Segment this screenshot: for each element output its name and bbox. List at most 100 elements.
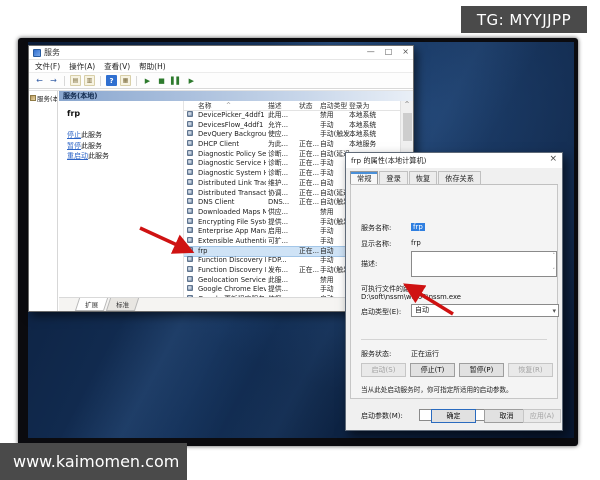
menu-file[interactable]: 文件(F) (35, 61, 60, 72)
cell-logon: 本地系统 (349, 130, 395, 140)
show-console-tree-icon[interactable]: ▤ (70, 75, 81, 86)
stop-button[interactable]: 停止(T) (410, 363, 455, 377)
menu-help[interactable]: 帮助(H) (139, 61, 166, 72)
start-button: 启动(S) (361, 363, 406, 377)
menu-action[interactable]: 操作(A) (69, 61, 95, 72)
service-gear-icon (187, 159, 193, 165)
tab-recovery[interactable]: 恢复 (409, 171, 437, 184)
list-header-row: ^ 名称 描述 状态 启动类型 登录为 (184, 101, 413, 111)
service-gear-icon (187, 237, 193, 243)
service-gear-icon (187, 121, 193, 127)
cell-name: Geolocation Service (198, 276, 266, 286)
column-header-logon[interactable]: 登录为 (349, 101, 395, 111)
maximize-icon[interactable]: □ (385, 47, 393, 56)
tab-standard[interactable]: 标准 (106, 298, 139, 311)
menu-view[interactable]: 查看(V) (104, 61, 130, 72)
service-gear-icon (187, 285, 193, 291)
cell-name: DNS Client (198, 198, 266, 208)
back-icon[interactable]: ← (34, 75, 45, 86)
dialog-buttons-row: 确定 取消 应用(A) (346, 409, 562, 425)
toolbar: ←→▤▥?▦▶■▌▌▶ (29, 73, 413, 89)
cell-desc: 维护... (268, 179, 296, 189)
tab-logon[interactable]: 登录 (379, 171, 407, 184)
cell-desc: 启用... (268, 227, 296, 237)
service-row[interactable]: DevicePicker_4ddf1此用...禁用本地系统 (184, 111, 413, 121)
cell-name: Diagnostic Policy Service (198, 150, 266, 160)
tree-root-icon (30, 95, 36, 101)
start-service-icon[interactable]: ▶ (142, 75, 153, 86)
cell-name: frp (198, 247, 266, 257)
cell-desc: 提供... (268, 218, 296, 228)
column-header-desc[interactable]: 描述 (268, 101, 296, 111)
telegram-watermark: TG: MYYJJPP (461, 6, 587, 33)
help-icon[interactable]: ? (106, 75, 117, 86)
service-gear-icon (187, 208, 193, 214)
cell-desc: 此服... (268, 276, 296, 286)
menubar: 文件(F) 操作(A) 查看(V) 帮助(H) (29, 60, 413, 73)
exec-path-value: D:\soft\nssm\win64\nssm.exe (361, 293, 461, 301)
cell-status: 正在... (299, 179, 319, 189)
cell-name: Google Chrome Elevatio... (198, 285, 266, 295)
cell-desc: 此用... (268, 111, 296, 121)
service-gear-icon (187, 256, 193, 262)
cell-status: 正在... (299, 150, 319, 160)
service-status-value: 正在运行 (411, 349, 439, 359)
pause-service-link[interactable]: 暂停此服务 (67, 141, 183, 152)
service-status-label: 服务状态: (361, 349, 391, 359)
service-gear-icon (187, 111, 193, 117)
cell-desc: DNS... (268, 198, 296, 208)
console-tree-pane: 服务(本地) (29, 91, 58, 311)
pause-service-icon[interactable]: ▌▌ (170, 75, 183, 86)
column-header-name[interactable]: 名称 (198, 101, 266, 111)
description-textarea[interactable]: ˄ ˅ (411, 251, 557, 277)
cell-desc: FDP... (268, 256, 296, 266)
scroll-up-icon[interactable]: ˄ (553, 254, 556, 259)
cell-name: Function Discovery Provi... (198, 256, 266, 266)
cell-desc: 提供... (268, 285, 296, 295)
close-icon[interactable]: × (402, 47, 409, 56)
cell-name: Diagnostic Service Host (198, 159, 266, 169)
service-row[interactable]: DevicesFlow_4ddf1允许...手动本地系统 (184, 121, 413, 131)
scroll-down-icon[interactable]: ˅ (553, 269, 556, 274)
minimize-icon[interactable]: — (367, 47, 375, 56)
scroll-up-icon[interactable]: ^ (401, 101, 413, 108)
cell-name: Encrypting File System (E... (198, 218, 266, 228)
dialog-close-icon[interactable]: × (549, 154, 557, 164)
dialog-titlebar[interactable]: frp 的属性(本地计算机) × (346, 153, 562, 168)
forward-icon[interactable]: → (48, 75, 59, 86)
dialog-title: frp 的属性(本地计算机) (351, 156, 426, 166)
service-gear-icon (187, 227, 193, 233)
startup-type-select[interactable]: 自动 ▾ (411, 304, 559, 317)
cell-desc: 诊断... (268, 169, 296, 179)
cell-name: DevQuery Background D... (198, 130, 266, 140)
ok-button[interactable]: 确定 (431, 409, 476, 423)
stop-service-icon[interactable]: ■ (156, 75, 167, 86)
export-list-icon[interactable]: ▥ (84, 75, 95, 86)
tree-item-services-local[interactable]: 服务(本地) (30, 93, 56, 103)
website-watermark: www.kaimomen.com (0, 443, 187, 480)
tab-extended[interactable]: 扩展 (75, 298, 108, 311)
pause-button[interactable]: 暂停(P) (459, 363, 504, 377)
tab-general[interactable]: 常规 (350, 171, 378, 184)
service-row[interactable]: DHCP Client为此...正在...自动本地服务 (184, 140, 413, 150)
cell-logon: 本地系统 (349, 111, 395, 121)
column-header-status[interactable]: 状态 (299, 101, 319, 111)
cell-desc: 可扩... (268, 237, 296, 247)
page: 服务 — □ × 文件(F) 操作(A) 查看(V) 帮助(H) ←→ ▤▥?▦ ▶… (0, 0, 600, 480)
apply-button: 应用(A) (523, 409, 561, 423)
service-row[interactable]: DevQuery Background D...使应...手动(触发...本地系… (184, 130, 413, 140)
general-tab-page: 服务名称: frp 显示名称: frp 描述: ˄ ˅ 可执行文件的路径: D:… (350, 185, 558, 399)
stop-service-link[interactable]: 停止此服务 (67, 130, 183, 141)
tab-dependencies[interactable]: 依存关系 (438, 171, 481, 184)
cell-name: DHCP Client (198, 140, 266, 150)
properties-icon[interactable]: ▦ (120, 75, 131, 86)
services-titlebar[interactable]: 服务 — □ × (29, 46, 413, 60)
cell-desc: 协调... (268, 189, 296, 199)
mmc-app-icon (33, 49, 41, 57)
restart-service-icon[interactable]: ▶ (186, 75, 197, 86)
dialog-tabs: 常规 登录 恢复 依存关系 (350, 171, 558, 185)
cell-desc: 允许... (268, 121, 296, 131)
scrollbar-thumb[interactable] (403, 113, 412, 141)
restart-service-link[interactable]: 重启动此服务 (67, 151, 183, 162)
cell-name: Downloaded Maps Man... (198, 208, 266, 218)
